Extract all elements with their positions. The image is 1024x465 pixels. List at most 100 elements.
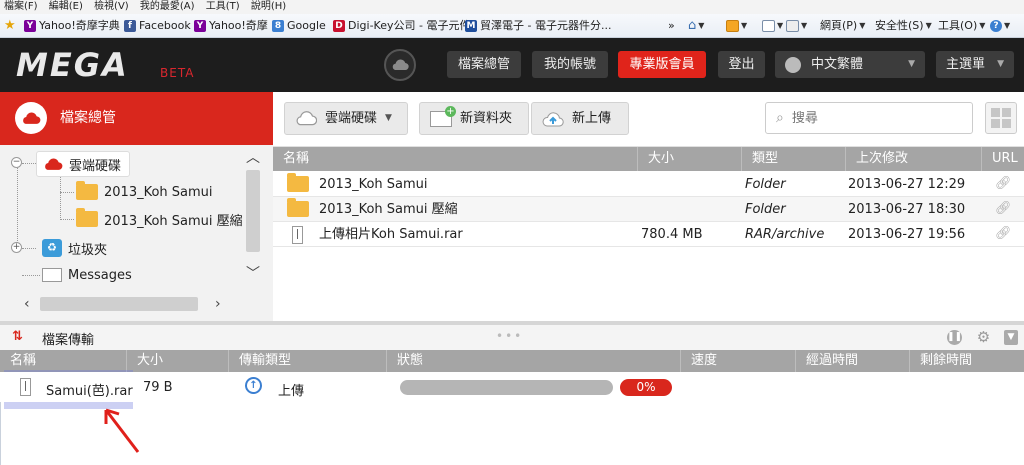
upload-button[interactable]: 新上傳 xyxy=(531,102,629,135)
cloud-icon xyxy=(296,111,317,126)
expand-toggle-icon[interactable]: + xyxy=(11,242,22,253)
main-menu-button[interactable]: 主選單 ▼ xyxy=(936,51,1014,78)
sidebar-title: 檔案總管 xyxy=(60,110,116,126)
chevron-down-icon: ▼ xyxy=(385,113,392,123)
transfer-type: 上傳 xyxy=(278,384,305,399)
column-elapsed[interactable]: 經過時間 xyxy=(795,350,909,372)
grid-view-button[interactable] xyxy=(985,102,1017,134)
mail-button[interactable]: ▼ xyxy=(762,14,783,38)
menu-help[interactable]: 說明(H) xyxy=(251,0,286,14)
column-url[interactable]: URL xyxy=(981,147,1024,171)
new-folder-button[interactable]: + 新資料夾 xyxy=(419,102,529,135)
search-input[interactable] xyxy=(791,110,952,126)
column-type[interactable]: 類型 xyxy=(741,147,845,171)
more-favorites-icon[interactable]: » xyxy=(668,14,675,38)
file-manager-button[interactable]: 檔案總管 xyxy=(447,51,521,78)
progress-percent: 0% xyxy=(620,379,672,396)
fav-yahoo-dictionary[interactable]: Y Yahoo!奇摩字典 xyxy=(24,14,120,38)
safety-menu[interactable]: 安全性(S) ▼ xyxy=(875,14,932,38)
my-account-button[interactable]: 我的帳號 xyxy=(532,51,608,78)
mega-logo[interactable]: MEGA xyxy=(16,48,129,82)
column-size[interactable]: 大小 xyxy=(637,147,741,171)
menu-tools[interactable]: 工具(T) xyxy=(206,0,240,14)
pause-icon[interactable]: ❚❚ xyxy=(947,330,962,345)
column-speed[interactable]: 速度 xyxy=(680,350,795,372)
file-type: Folder xyxy=(745,202,786,217)
menu-view[interactable]: 檢視(V) xyxy=(94,0,129,14)
tools-menu[interactable]: 工具(O) ▼ xyxy=(938,14,985,38)
menu-favorites[interactable]: 我的最愛(A) xyxy=(140,0,195,14)
file-size: 780.4 MB xyxy=(641,227,703,242)
link-icon[interactable]: 🔗︎ xyxy=(995,176,1012,191)
digikey-icon: D xyxy=(333,20,345,32)
collapse-panel-icon[interactable]: ▼ xyxy=(1004,330,1018,345)
search-field[interactable]: ⌕ xyxy=(765,102,973,134)
pro-membership-button[interactable]: 專業版會員 xyxy=(618,51,706,78)
fav-mouser[interactable]: M 貿澤電子 - 電子元器件分... xyxy=(465,14,611,38)
menu-file[interactable]: 檔案(F) xyxy=(4,0,38,14)
chevron-down-icon: ▼ xyxy=(979,21,986,30)
feeds-button[interactable]: ▼ xyxy=(726,14,747,38)
column-name[interactable]: 名稱 xyxy=(0,350,126,372)
folder-icon xyxy=(287,171,309,196)
home-button[interactable]: ⌂ ▼ xyxy=(688,14,704,38)
table-row[interactable]: 2013_Koh Samui 壓縮 Folder 2013-06-27 18:3… xyxy=(273,197,1024,222)
table-row[interactable]: 2013_Koh Samui Folder 2013-06-27 12:29 🔗… xyxy=(273,172,1024,197)
table-row[interactable]: 上傳相片Koh Samui.rar 780.4 MB RAR/archive 2… xyxy=(273,222,1024,247)
browser-menu-bar: 檔案(F) 編輯(E) 檢視(V) 我的最愛(A) 工具(T) 說明(H) xyxy=(0,0,1024,14)
fav-digikey[interactable]: D Digi-Key公司 - 電子元件 xyxy=(333,14,470,38)
yahoo-icon: Y xyxy=(24,20,36,32)
transfer-size: 79 B xyxy=(143,380,173,395)
tree-item-koh-samui[interactable]: 2013_Koh Samui xyxy=(76,179,213,205)
tree-item-messages[interactable]: Messages xyxy=(42,262,132,288)
help-button[interactable]: ? ▼ xyxy=(990,14,1010,38)
sidebar-header: 檔案總管 xyxy=(0,92,273,145)
fav-facebook[interactable]: f Facebook xyxy=(124,14,191,38)
cloud-drive-dropdown[interactable]: 雲端硬碟 ▼ xyxy=(284,102,408,135)
tree-horizontal-scrollbar[interactable] xyxy=(40,297,198,311)
collapse-toggle-icon[interactable]: − xyxy=(11,157,22,168)
chevron-down-icon: ▼ xyxy=(908,59,915,69)
link-icon[interactable]: 🔗︎ xyxy=(995,201,1012,216)
page-menu[interactable]: 網頁(P) ▼ xyxy=(820,14,865,38)
column-modified[interactable]: 上次修改 xyxy=(845,147,981,171)
file-icon xyxy=(20,378,31,396)
scroll-right-icon[interactable]: › xyxy=(215,297,221,311)
print-button[interactable]: ▼ xyxy=(786,14,807,38)
cloud-status-button[interactable] xyxy=(384,49,416,81)
link-icon[interactable]: 🔗︎ xyxy=(995,226,1012,241)
mail-icon xyxy=(762,20,775,32)
column-size[interactable]: 大小 xyxy=(126,350,228,372)
drag-handle-icon[interactable]: ••• xyxy=(496,329,523,343)
tree-vertical-scrollbar[interactable] xyxy=(246,170,260,252)
file-name: 2013_Koh Samui xyxy=(319,177,428,192)
tree-item-koh-samui-compressed[interactable]: 2013_Koh Samui 壓縮 xyxy=(76,206,243,232)
upload-icon: ↑ xyxy=(245,377,262,394)
logout-button[interactable]: 登出 xyxy=(718,51,765,78)
chevron-down-icon: ▼ xyxy=(741,21,748,30)
transfer-row[interactable]: Samui(芭).rar 79 B ↑ 上傳 0% xyxy=(0,372,1024,402)
fav-google[interactable]: 8 Google xyxy=(272,14,326,38)
yahoo-icon: Y xyxy=(194,20,206,32)
column-status[interactable]: 狀態 xyxy=(386,350,680,372)
file-type: Folder xyxy=(745,177,786,192)
chevron-down-icon: ▼ xyxy=(698,21,705,30)
chevron-down-icon: ▼ xyxy=(801,21,808,30)
scroll-up-icon[interactable]: ︿ xyxy=(246,151,260,165)
scroll-down-icon[interactable]: ﹀ xyxy=(246,267,260,281)
transfer-panel-title: 檔案傳輸 xyxy=(42,333,95,348)
tree-item-cloud-drive[interactable]: 雲端硬碟 xyxy=(36,151,131,177)
column-name[interactable]: 名稱 xyxy=(273,147,637,171)
menu-edit[interactable]: 編輯(E) xyxy=(49,0,83,14)
progress-bar xyxy=(400,380,613,395)
tree-item-trash[interactable]: ♻ 垃圾夾 xyxy=(42,235,107,261)
column-remaining[interactable]: 剩餘時間 xyxy=(909,350,1024,372)
gear-icon[interactable]: ⚙ xyxy=(976,330,991,345)
language-selector[interactable]: 中文繁體 ▼ xyxy=(775,51,925,78)
mega-header: MEGA BETA 檔案總管 我的帳號 專業版會員 登出 中文繁體 ▼ 主選單 … xyxy=(0,38,1024,92)
window-edge xyxy=(0,402,1,465)
favorites-star-icon[interactable]: ★ xyxy=(4,14,16,38)
fav-yahoo[interactable]: Y Yahoo!奇摩 xyxy=(194,14,268,38)
column-transfer-type[interactable]: 傳輸類型 xyxy=(228,350,386,372)
scroll-left-icon[interactable]: ‹ xyxy=(24,297,30,311)
